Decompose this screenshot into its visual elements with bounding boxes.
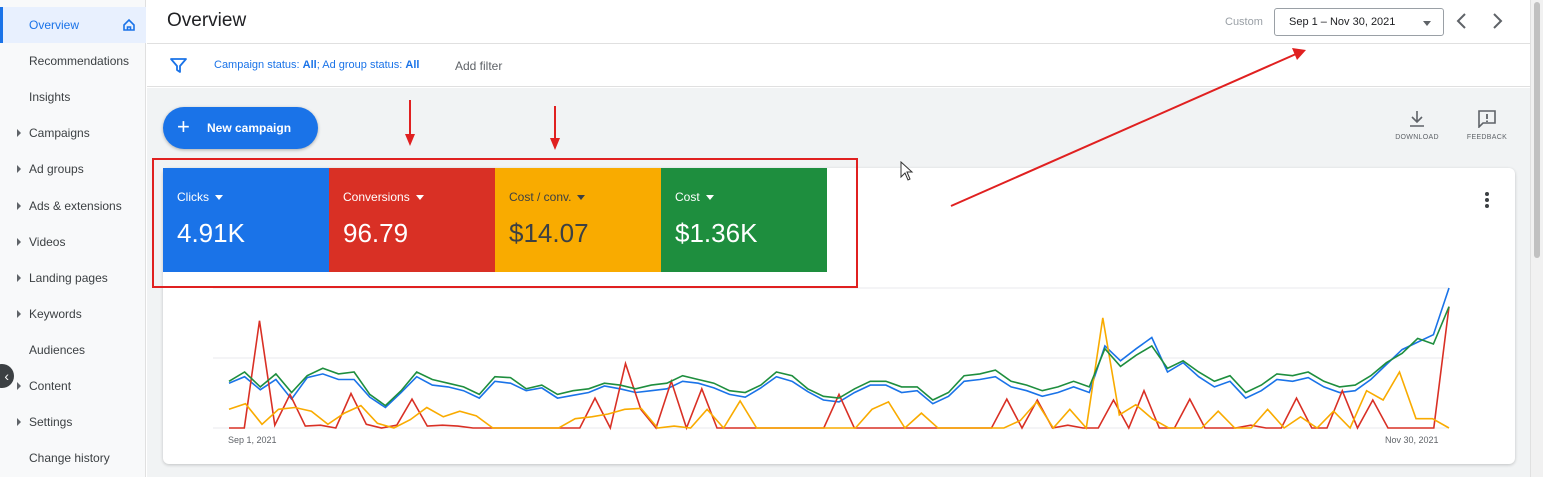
chevron-left-icon[interactable]: [1452, 11, 1472, 31]
chart-series-cost: [228, 306, 1450, 407]
metric-value: 96.79: [343, 218, 409, 248]
metric-tiles: Clicks 4.91K Conversions 96.79 Cost / co…: [163, 168, 828, 272]
new-campaign-label: New campaign: [207, 121, 292, 135]
sidebar-item-videos[interactable]: Videos: [0, 224, 146, 260]
google-ads-app: Overview Recommendations Insights Campaigns…: [0, 0, 1543, 477]
sidebar-item-overview[interactable]: Overview: [0, 7, 146, 43]
metric-label: Cost: [675, 190, 714, 204]
page-scrollbar[interactable]: [1530, 0, 1543, 477]
sidebar-item-label: Landing pages: [29, 271, 108, 285]
metric-label: Clicks: [177, 190, 223, 204]
active-filters[interactable]: Campaign status: All; Ad group status: A…: [214, 59, 419, 71]
add-filter-button[interactable]: Add filter: [455, 59, 502, 73]
home-icon: [123, 18, 135, 31]
sidebar-item-insights[interactable]: Insights: [0, 79, 146, 115]
metric-label: Conversions: [343, 190, 424, 204]
ad-group-status-value: All: [405, 59, 420, 71]
metric-tile-clicks[interactable]: Clicks 4.91K: [163, 168, 329, 272]
x-axis-end-label: Nov 30, 2021: [1385, 435, 1439, 445]
chart-series-cost-conv: [228, 317, 1450, 430]
sidebar-item-campaigns[interactable]: Campaigns: [0, 115, 146, 151]
sidebar-item-landing-pages[interactable]: Landing pages: [0, 260, 146, 296]
sidebar-item-label: Keywords: [29, 307, 82, 321]
sidebar-item-recommendations[interactable]: Recommendations: [0, 43, 146, 79]
expand-caret-icon: [17, 418, 21, 426]
main-content: + New campaign DOWNLOAD FEEDBACK Clicks …: [147, 88, 1530, 477]
expand-caret-icon: [17, 382, 21, 390]
sidebar-item-ad-groups[interactable]: Ad groups: [0, 151, 146, 187]
download-label: DOWNLOAD: [1395, 134, 1439, 141]
expand-caret-icon: [17, 165, 21, 173]
date-range-value: Sep 1 – Nov 30, 2021: [1289, 16, 1396, 28]
date-range-selector[interactable]: Sep 1 – Nov 30, 2021: [1274, 8, 1444, 36]
sidebar-item-label: Audiences: [29, 343, 86, 357]
ad-group-status-label: Ad group status:: [322, 59, 403, 71]
page-header: Overview Custom Sep 1 – Nov 30, 2021: [147, 0, 1530, 44]
sidebar-item-label: Recommendations: [29, 54, 130, 68]
chart-series-clicks: [228, 287, 1450, 409]
sidebar-item-audiences[interactable]: Audiences: [0, 332, 146, 368]
x-axis-start-label: Sep 1, 2021: [228, 435, 277, 445]
sidebar-item-change-history[interactable]: Change history: [0, 440, 146, 476]
more-options-icon[interactable]: [1484, 192, 1490, 210]
feedback-label: FEEDBACK: [1466, 134, 1508, 141]
filter-separator: ;: [316, 59, 320, 71]
dropdown-arrow-icon: [215, 195, 223, 201]
metric-value: $14.07: [509, 218, 589, 248]
dropdown-arrow-icon: [1423, 21, 1431, 26]
sidebar-item-label: Change history: [29, 451, 110, 465]
expand-caret-icon: [17, 310, 21, 318]
sidebar-item-label: Campaigns: [29, 126, 90, 140]
date-range-mode-label: Custom: [1225, 16, 1263, 28]
expand-caret-icon: [17, 238, 21, 246]
page-title: Overview: [167, 10, 247, 31]
campaign-status-label: Campaign status:: [214, 59, 300, 71]
scrollbar-thumb[interactable]: [1534, 2, 1540, 258]
filter-bar: Campaign status: All; Ad group status: A…: [147, 45, 1530, 87]
dropdown-arrow-icon: [577, 195, 586, 201]
campaign-status-value: All: [302, 59, 317, 71]
sidebar-item-label: Videos: [29, 235, 66, 249]
sidebar-item-label: Settings: [29, 415, 73, 429]
sidebar-item-label: Insights: [29, 90, 71, 104]
download-button[interactable]: DOWNLOAD: [1387, 110, 1447, 141]
sidebar-item-label: Overview: [29, 18, 80, 32]
sidebar-item-content[interactable]: Content: [0, 368, 146, 404]
plus-icon: +: [177, 114, 190, 139]
expand-caret-icon: [17, 274, 21, 282]
new-campaign-button[interactable]: + New campaign: [163, 107, 318, 149]
download-icon: [1410, 111, 1424, 127]
metric-label: Cost / conv.: [509, 190, 586, 204]
sidebar-item-label: Ads & extensions: [29, 199, 122, 213]
expand-caret-icon: [17, 129, 21, 137]
feedback-button[interactable]: FEEDBACK: [1457, 110, 1517, 141]
expand-caret-icon: [17, 202, 21, 210]
dropdown-arrow-icon: [705, 195, 714, 201]
metric-value: 4.91K: [177, 218, 245, 248]
metric-tile-conversions[interactable]: Conversions 96.79: [329, 168, 495, 272]
sidebar: Overview Recommendations Insights Campaigns…: [0, 0, 146, 477]
sidebar-item-label: Ad groups: [29, 162, 84, 176]
sidebar-item-ads-extensions[interactable]: Ads & extensions: [0, 188, 146, 224]
chart-series-conversions: [229, 306, 1450, 431]
metric-value: $1.36K: [675, 218, 758, 248]
feedback-icon: [1478, 110, 1496, 128]
sidebar-item-label: Content: [29, 379, 72, 393]
chevron-right-icon[interactable]: [1487, 11, 1507, 31]
metric-tile-cost[interactable]: Cost $1.36K: [661, 168, 827, 272]
dropdown-arrow-icon: [415, 195, 424, 201]
performance-chart-card: Clicks 4.91K Conversions 96.79 Cost / co…: [163, 168, 1515, 464]
filter-icon[interactable]: [170, 57, 187, 74]
sidebar-item-settings[interactable]: Settings: [0, 404, 146, 440]
metric-tile-cost-per-conversion[interactable]: Cost / conv. $14.07: [495, 168, 661, 272]
sidebar-item-keywords[interactable]: Keywords: [0, 296, 146, 332]
